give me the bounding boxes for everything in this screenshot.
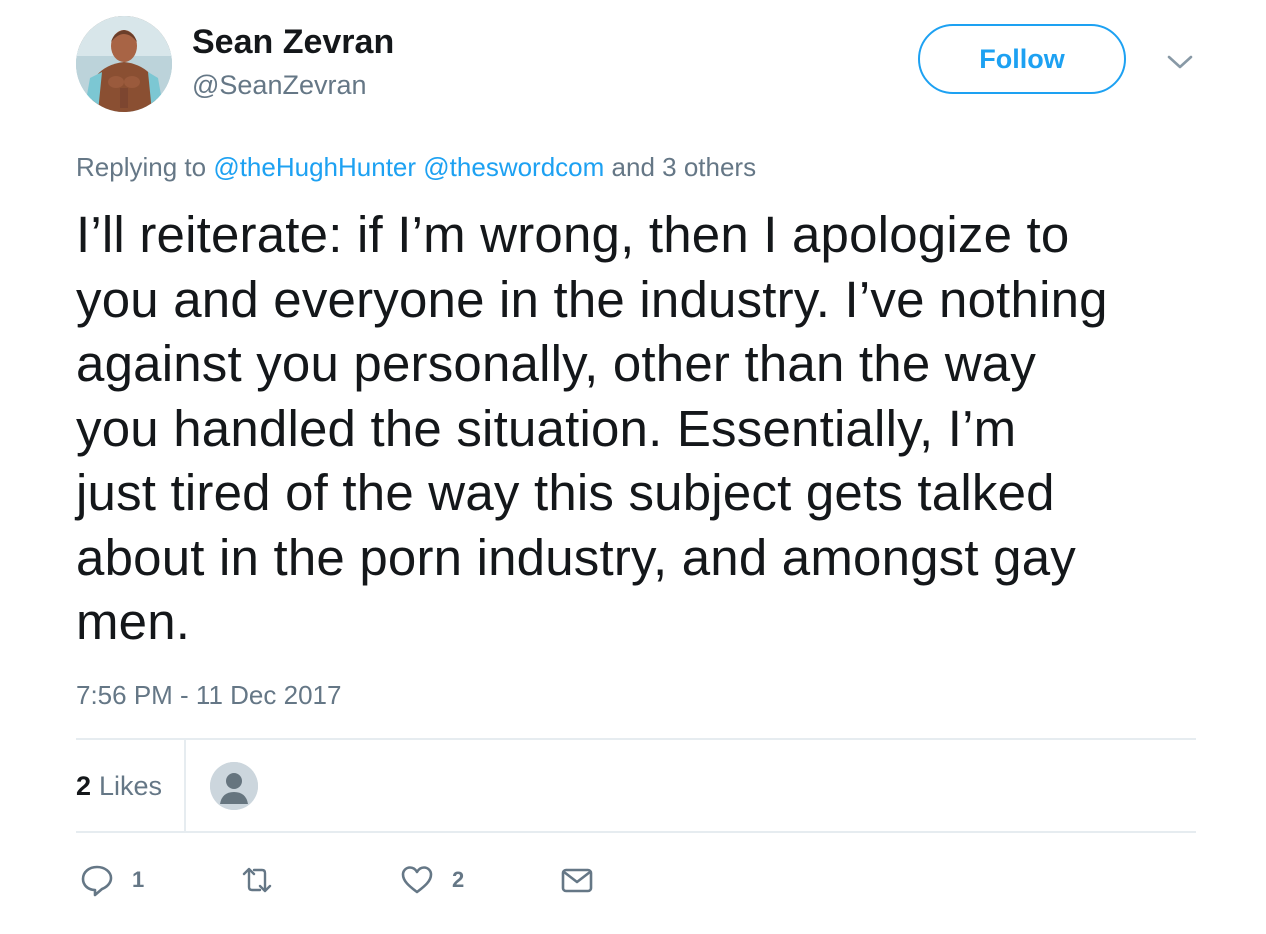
direct-message-button[interactable] [560, 856, 594, 904]
replying-to: Replying to @theHughHunter @theswordcom … [76, 150, 756, 184]
divider [184, 740, 186, 832]
profile-avatar[interactable] [76, 16, 172, 112]
tweet-text-line: you handled the situation. Essentially, … [76, 399, 1017, 457]
envelope-icon [561, 868, 593, 893]
tweet-text-line: you and everyone in the industry. I’ve n… [76, 270, 1108, 328]
reply-icon [81, 865, 113, 897]
action-bar: 1 2 [76, 856, 1196, 904]
tweet-text-line: just tired of the way this subject gets … [76, 464, 1055, 521]
tweet-timestamp[interactable]: 7:56 PM - 11 Dec 2017 [76, 678, 341, 712]
replying-to-others[interactable]: and 3 others [612, 152, 757, 182]
like-button[interactable]: 2 [400, 856, 464, 904]
replying-to-prefix: Replying to [76, 152, 207, 182]
heart-icon [401, 866, 433, 894]
tweet-text-line: about in the porn industry, and amongst … [76, 528, 1076, 586]
user-handle[interactable]: @SeanZevran [192, 68, 367, 102]
display-name[interactable]: Sean Zevran [192, 22, 394, 62]
profile-photo [76, 16, 172, 112]
retweet-icon [242, 867, 272, 893]
retweet-button[interactable] [240, 856, 292, 904]
chevron-down-icon[interactable] [1164, 46, 1196, 78]
likes-label: Likes [99, 770, 163, 801]
follow-button[interactable]: Follow [918, 24, 1126, 94]
liker-avatar[interactable] [210, 762, 258, 810]
tweet-text-line: men. [76, 593, 191, 650]
default-user-icon [210, 762, 258, 810]
tweet-stats: 2 Likes [76, 740, 1196, 832]
like-count: 2 [452, 867, 465, 892]
divider [76, 831, 1196, 833]
reply-count: 1 [132, 867, 145, 892]
reply-button[interactable]: 1 [80, 856, 144, 904]
tweet-text-line: I’ll reiterate: if I’m wrong, then I apo… [76, 206, 1070, 263]
mention-link[interactable]: @theHughHunter [213, 152, 416, 182]
tweet-text: I’ll reiterate: if I’m wrong, then I apo… [76, 203, 1226, 655]
tweet-card: Sean Zevran @SeanZevran Follow Replying … [0, 0, 1266, 934]
mention-link[interactable]: @theswordcom [423, 152, 604, 182]
tweet-text-line: against you personally, other than the w… [76, 335, 1037, 392]
likes-stat[interactable]: 2 Likes [76, 740, 162, 832]
likes-count: 2 [76, 770, 92, 801]
